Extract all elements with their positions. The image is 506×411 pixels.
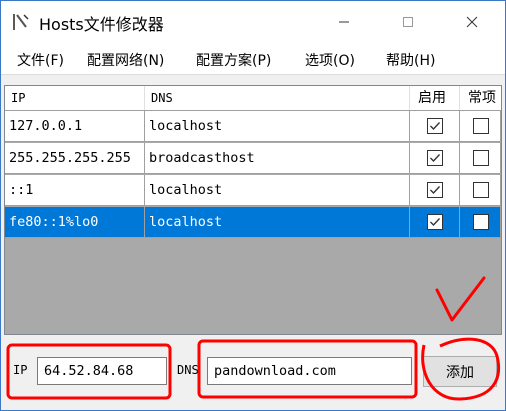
menu-profile[interactable]: 配置方案(P) [196, 50, 271, 70]
enabled-checkbox[interactable] [427, 118, 443, 134]
close-button[interactable] [449, 1, 495, 43]
cell-ip[interactable]: fe80::1%lo0 [5, 207, 145, 238]
header-enabled[interactable]: 启用 [410, 86, 460, 110]
common-checkbox[interactable] [473, 214, 489, 230]
cell-common [460, 111, 501, 142]
cell-dns[interactable]: localhost [145, 111, 410, 142]
ip-input[interactable]: 64.52.84.68 [37, 357, 167, 385]
common-checkbox[interactable] [473, 182, 489, 198]
add-button[interactable]: 添加 [423, 356, 497, 387]
enabled-checkbox[interactable] [427, 182, 443, 198]
cell-common [460, 143, 501, 174]
minimize-icon [339, 21, 349, 23]
maximize-icon [403, 17, 413, 27]
menu-file[interactable]: 文件(F) [17, 50, 64, 70]
cell-enabled [410, 207, 460, 238]
cell-dns[interactable]: localhost [145, 207, 410, 238]
table-row[interactable]: fe80::1%lo0 localhost [5, 207, 501, 238]
cell-common [460, 207, 501, 238]
enabled-checkbox[interactable] [427, 214, 443, 230]
cell-dns[interactable]: broadcasthost [145, 143, 410, 174]
maximize-button[interactable] [385, 1, 431, 43]
header-common[interactable]: 常项 [460, 86, 501, 110]
header-ip[interactable]: IP [5, 86, 145, 110]
hosts-table[interactable]: IP DNS 启用 常项 127.0.0.1 localhost 255.255.2… [4, 85, 502, 335]
table-row[interactable]: 255.255.255.255 broadcasthost [5, 143, 501, 174]
cell-enabled [410, 175, 460, 206]
dns-label: DNS [177, 363, 199, 377]
table-row[interactable]: 127.0.0.1 localhost [5, 111, 501, 142]
enabled-checkbox[interactable] [427, 150, 443, 166]
cell-common [460, 175, 501, 206]
title-bar: Hosts文件修改器 [1, 1, 505, 43]
menu-network[interactable]: 配置网络(N) [87, 50, 164, 70]
cell-ip[interactable]: 255.255.255.255 [5, 143, 145, 174]
cell-enabled [410, 111, 460, 142]
header-dns[interactable]: DNS [145, 86, 410, 110]
dns-input[interactable]: pandownload.com [207, 357, 412, 385]
app-window: Hosts文件修改器 文件(F) 配置网络(N) 配置方案(P) 选项(O) 帮… [0, 0, 506, 411]
menu-options[interactable]: 选项(O) [305, 50, 355, 70]
common-checkbox[interactable] [473, 118, 489, 134]
common-checkbox[interactable] [473, 150, 489, 166]
cell-ip[interactable]: 127.0.0.1 [5, 111, 145, 142]
cell-ip[interactable]: ::1 [5, 175, 145, 206]
table-header: IP DNS 启用 常项 [5, 86, 501, 111]
menu-help[interactable]: 帮助(H) [386, 50, 435, 70]
app-icon [13, 14, 29, 30]
ip-label: IP [13, 363, 28, 377]
entry-form: IP 64.52.84.68 DNS pandownload.com 添加 [1, 337, 505, 410]
window-title: Hosts文件修改器 [39, 15, 164, 34]
cell-enabled [410, 143, 460, 174]
cell-dns[interactable]: localhost [145, 175, 410, 206]
close-icon [466, 16, 478, 28]
table-row[interactable]: ::1 localhost [5, 175, 501, 206]
menu-bar: 文件(F) 配置网络(N) 配置方案(P) 选项(O) 帮助(H) [1, 43, 505, 75]
minimize-button[interactable] [321, 1, 367, 43]
